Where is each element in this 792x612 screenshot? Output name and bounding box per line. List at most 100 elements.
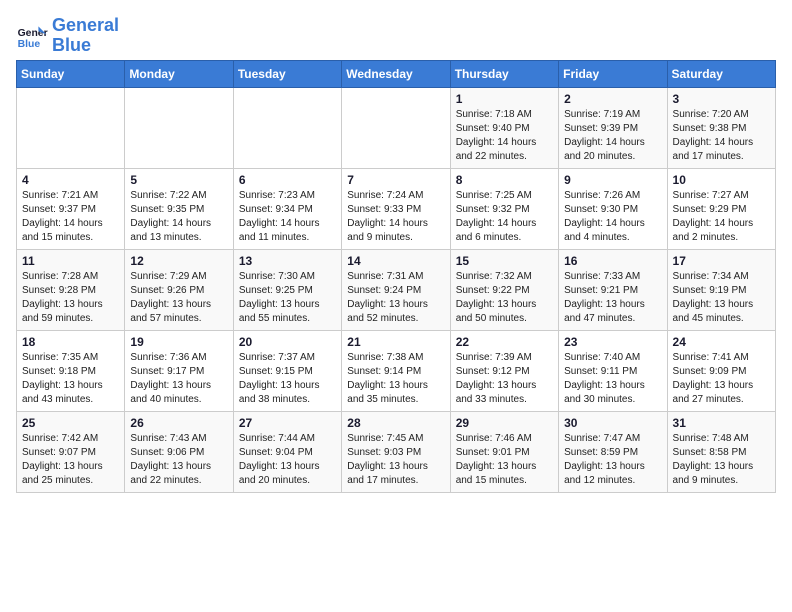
logo: General Blue General Blue [16, 16, 119, 56]
page-header: General Blue General Blue [16, 16, 776, 56]
header-friday: Friday [559, 60, 667, 87]
calendar-header-row: SundayMondayTuesdayWednesdayThursdayFrid… [17, 60, 776, 87]
calendar-cell [342, 87, 450, 168]
day-info: Sunrise: 7:25 AMSunset: 9:32 PMDaylight:… [456, 189, 553, 245]
calendar-cell: 6 Sunrise: 7:23 AMSunset: 9:34 PMDaylight… [233, 168, 341, 249]
day-number: 23 [564, 335, 661, 349]
calendar-cell: 14Sunrise: 7:31 AMSunset: 9:24 PMDayligh… [342, 249, 450, 330]
week-row-1: 1 Sunrise: 7:18 AMSunset: 9:40 PMDaylight… [17, 87, 776, 168]
day-number: 15 [456, 254, 553, 268]
day-number: 25 [22, 416, 119, 430]
calendar-cell: 7 Sunrise: 7:24 AMSunset: 9:33 PMDaylight… [342, 168, 450, 249]
calendar-cell: 10 Sunrise: 7:27 AMSunset: 9:29 PMDayligh… [667, 168, 775, 249]
calendar-cell: 27 Sunrise: 7:44 AMSunset: 9:04 PMDayligh… [233, 411, 341, 492]
day-number: 12 [130, 254, 227, 268]
day-number: 19 [130, 335, 227, 349]
day-number: 6 [239, 173, 336, 187]
day-info: Sunrise: 7:18 AMSunset: 9:40 PMDaylight:… [456, 108, 553, 164]
day-number: 10 [673, 173, 770, 187]
calendar-cell: 28Sunrise: 7:45 AMSunset: 9:03 PMDayligh… [342, 411, 450, 492]
day-info: Sunrise: 7:21 AMSunset: 9:37 PMDaylight:… [22, 189, 119, 245]
calendar-cell: 29 Sunrise: 7:46 AMSunset: 9:01 PMDayligh… [450, 411, 558, 492]
day-number: 8 [456, 173, 553, 187]
logo-name-blue: Blue [52, 36, 119, 56]
day-info: Sunrise: 7:44 AMSunset: 9:04 PMDaylight:… [239, 432, 336, 488]
week-row-4: 18Sunrise: 7:35 AMSunset: 9:18 PMDayligh… [17, 330, 776, 411]
calendar-cell: 23 Sunrise: 7:40 AMSunset: 9:11 PMDayligh… [559, 330, 667, 411]
header-tuesday: Tuesday [233, 60, 341, 87]
day-info: Sunrise: 7:29 AMSunset: 9:26 PMDaylight:… [130, 270, 227, 326]
calendar-cell: 3 Sunrise: 7:20 AMSunset: 9:38 PMDaylight… [667, 87, 775, 168]
day-number: 27 [239, 416, 336, 430]
day-info: Sunrise: 7:46 AMSunset: 9:01 PMDaylight:… [456, 432, 553, 488]
calendar-cell: 31 Sunrise: 7:48 AMSunset: 8:58 PMDayligh… [667, 411, 775, 492]
calendar-cell: 12 Sunrise: 7:29 AMSunset: 9:26 PMDayligh… [125, 249, 233, 330]
day-info: Sunrise: 7:36 AMSunset: 9:17 PMDaylight:… [130, 351, 227, 407]
calendar-cell: 2 Sunrise: 7:19 AMSunset: 9:39 PMDaylight… [559, 87, 667, 168]
day-number: 7 [347, 173, 444, 187]
week-row-5: 25 Sunrise: 7:42 AMSunset: 9:07 PMDayligh… [17, 411, 776, 492]
day-info: Sunrise: 7:20 AMSunset: 9:38 PMDaylight:… [673, 108, 770, 164]
day-number: 29 [456, 416, 553, 430]
day-info: Sunrise: 7:48 AMSunset: 8:58 PMDaylight:… [673, 432, 770, 488]
day-info: Sunrise: 7:33 AMSunset: 9:21 PMDaylight:… [564, 270, 661, 326]
day-info: Sunrise: 7:30 AMSunset: 9:25 PMDaylight:… [239, 270, 336, 326]
header-thursday: Thursday [450, 60, 558, 87]
day-number: 24 [673, 335, 770, 349]
calendar-cell: 24 Sunrise: 7:41 AMSunset: 9:09 PMDayligh… [667, 330, 775, 411]
day-number: 5 [130, 173, 227, 187]
calendar-cell: 1 Sunrise: 7:18 AMSunset: 9:40 PMDaylight… [450, 87, 558, 168]
day-number: 20 [239, 335, 336, 349]
calendar-cell: 11Sunrise: 7:28 AMSunset: 9:28 PMDayligh… [17, 249, 125, 330]
day-number: 31 [673, 416, 770, 430]
day-info: Sunrise: 7:41 AMSunset: 9:09 PMDaylight:… [673, 351, 770, 407]
calendar-table: SundayMondayTuesdayWednesdayThursdayFrid… [16, 60, 776, 493]
logo-icon: General Blue [16, 20, 48, 52]
calendar-cell: 18Sunrise: 7:35 AMSunset: 9:18 PMDayligh… [17, 330, 125, 411]
calendar-cell [233, 87, 341, 168]
day-number: 2 [564, 92, 661, 106]
day-info: Sunrise: 7:24 AMSunset: 9:33 PMDaylight:… [347, 189, 444, 245]
calendar-cell: 19 Sunrise: 7:36 AMSunset: 9:17 PMDayligh… [125, 330, 233, 411]
day-info: Sunrise: 7:31 AMSunset: 9:24 PMDaylight:… [347, 270, 444, 326]
day-info: Sunrise: 7:27 AMSunset: 9:29 PMDaylight:… [673, 189, 770, 245]
day-number: 18 [22, 335, 119, 349]
day-info: Sunrise: 7:32 AMSunset: 9:22 PMDaylight:… [456, 270, 553, 326]
calendar-cell: 17 Sunrise: 7:34 AMSunset: 9:19 PMDayligh… [667, 249, 775, 330]
day-info: Sunrise: 7:47 AMSunset: 8:59 PMDaylight:… [564, 432, 661, 488]
calendar-cell: 21 Sunrise: 7:38 AMSunset: 9:14 PMDayligh… [342, 330, 450, 411]
calendar-cell: 9Sunrise: 7:26 AMSunset: 9:30 PMDaylight… [559, 168, 667, 249]
day-info: Sunrise: 7:40 AMSunset: 9:11 PMDaylight:… [564, 351, 661, 407]
svg-text:Blue: Blue [18, 39, 41, 50]
day-info: Sunrise: 7:45 AMSunset: 9:03 PMDaylight:… [347, 432, 444, 488]
day-info: Sunrise: 7:39 AMSunset: 9:12 PMDaylight:… [456, 351, 553, 407]
day-info: Sunrise: 7:42 AMSunset: 9:07 PMDaylight:… [22, 432, 119, 488]
calendar-cell: 13Sunrise: 7:30 AMSunset: 9:25 PMDayligh… [233, 249, 341, 330]
header-wednesday: Wednesday [342, 60, 450, 87]
calendar-cell: 30Sunrise: 7:47 AMSunset: 8:59 PMDayligh… [559, 411, 667, 492]
day-info: Sunrise: 7:19 AMSunset: 9:39 PMDaylight:… [564, 108, 661, 164]
day-number: 3 [673, 92, 770, 106]
day-info: Sunrise: 7:38 AMSunset: 9:14 PMDaylight:… [347, 351, 444, 407]
day-info: Sunrise: 7:43 AMSunset: 9:06 PMDaylight:… [130, 432, 227, 488]
day-number: 21 [347, 335, 444, 349]
header-saturday: Saturday [667, 60, 775, 87]
day-number: 17 [673, 254, 770, 268]
day-number: 1 [456, 92, 553, 106]
day-number: 26 [130, 416, 227, 430]
day-info: Sunrise: 7:37 AMSunset: 9:15 PMDaylight:… [239, 351, 336, 407]
calendar-cell: 20 Sunrise: 7:37 AMSunset: 9:15 PMDayligh… [233, 330, 341, 411]
header-sunday: Sunday [17, 60, 125, 87]
calendar-cell: 8 Sunrise: 7:25 AMSunset: 9:32 PMDaylight… [450, 168, 558, 249]
day-number: 9 [564, 173, 661, 187]
day-info: Sunrise: 7:34 AMSunset: 9:19 PMDaylight:… [673, 270, 770, 326]
calendar-cell: 15 Sunrise: 7:32 AMSunset: 9:22 PMDayligh… [450, 249, 558, 330]
svg-text:General: General [18, 28, 48, 39]
calendar-cell: 26 Sunrise: 7:43 AMSunset: 9:06 PMDayligh… [125, 411, 233, 492]
day-info: Sunrise: 7:22 AMSunset: 9:35 PMDaylight:… [130, 189, 227, 245]
week-row-2: 4 Sunrise: 7:21 AMSunset: 9:37 PMDaylight… [17, 168, 776, 249]
day-number: 4 [22, 173, 119, 187]
calendar-cell [125, 87, 233, 168]
calendar-cell: 16Sunrise: 7:33 AMSunset: 9:21 PMDayligh… [559, 249, 667, 330]
day-info: Sunrise: 7:23 AMSunset: 9:34 PMDaylight:… [239, 189, 336, 245]
